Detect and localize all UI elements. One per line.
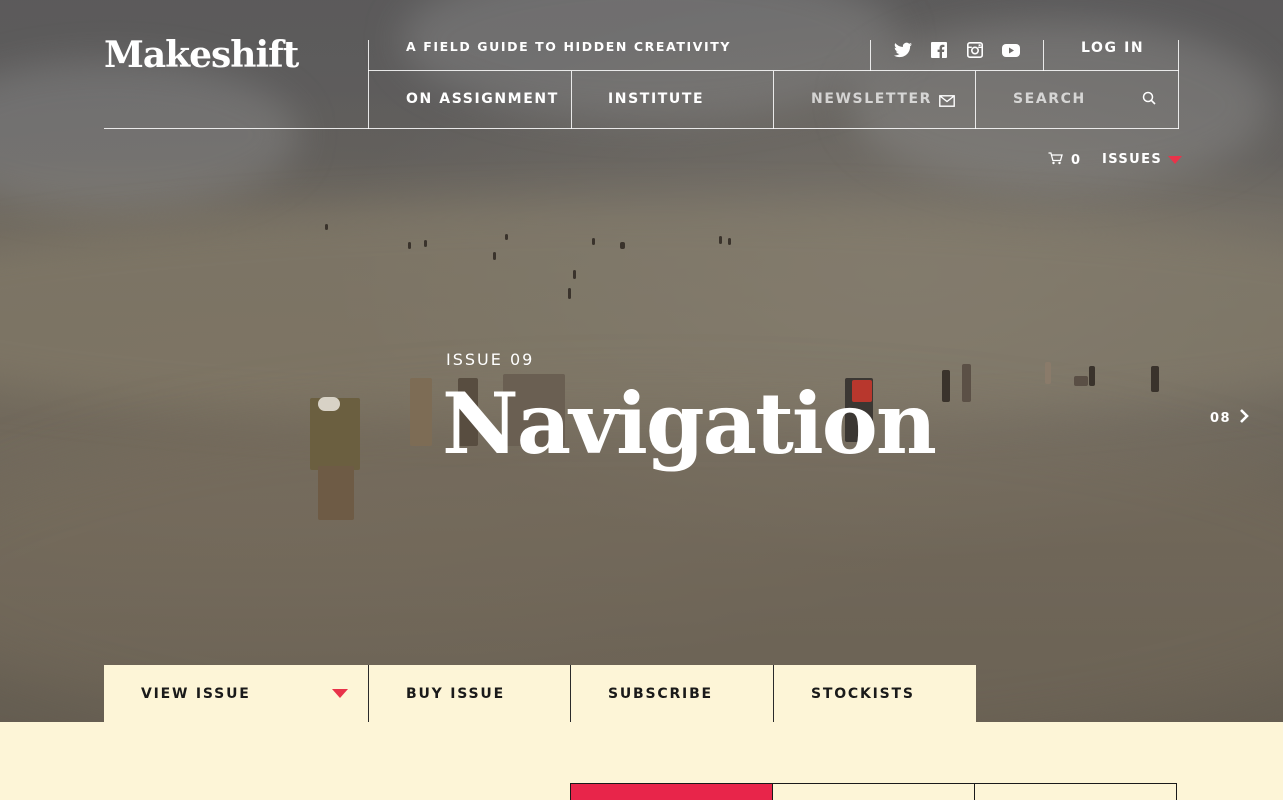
- buy-issue-button[interactable]: BUY ISSUE: [369, 665, 571, 722]
- caret-down-icon: [332, 689, 348, 698]
- cart-button[interactable]: 0: [1048, 152, 1080, 169]
- issue-number: ISSUE 09: [446, 350, 535, 369]
- view-issue-label: VIEW ISSUE: [141, 685, 251, 702]
- newsletter-link[interactable]: NEWSLETTER: [811, 91, 932, 107]
- previous-issue-link[interactable]: 08: [1210, 408, 1249, 428]
- nav-divider: [975, 71, 976, 129]
- content-tab[interactable]: [772, 783, 975, 800]
- chevron-right-icon: [1239, 408, 1249, 428]
- issue-title: Navigation: [442, 374, 937, 473]
- nav-right-border: [1178, 40, 1179, 129]
- search-icon[interactable]: [1142, 90, 1156, 109]
- cart-icon: [1048, 152, 1063, 169]
- login-left-border: [1043, 40, 1044, 71]
- issue-action-bar: VIEW ISSUE BUY ISSUE SUBSCRIBE STOCKISTS: [104, 665, 976, 722]
- site-tagline: A FIELD GUIDE TO HIDDEN CREATIVITY: [406, 39, 732, 54]
- youtube-icon[interactable]: [1002, 43, 1020, 62]
- site-logo[interactable]: Makeshift: [104, 34, 299, 76]
- hero-background: [0, 0, 1283, 722]
- nav-divider: [571, 71, 572, 129]
- search-input[interactable]: SEARCH: [1013, 91, 1086, 107]
- subscribe-button[interactable]: SUBSCRIBE: [571, 665, 774, 722]
- social-left-border: [870, 40, 871, 71]
- content-tab[interactable]: [974, 783, 1177, 800]
- issues-label: ISSUES: [1102, 152, 1163, 167]
- issues-dropdown[interactable]: ISSUES: [1102, 152, 1183, 167]
- facebook-icon[interactable]: [931, 42, 947, 62]
- nav-left-border: [368, 40, 369, 129]
- twitter-icon[interactable]: [894, 42, 912, 62]
- caret-down-icon: [1168, 155, 1183, 164]
- content-tabs: [570, 783, 1177, 800]
- previous-issue-number: 08: [1210, 410, 1232, 426]
- envelope-icon[interactable]: [939, 92, 955, 111]
- content-tab-active[interactable]: [570, 783, 773, 800]
- stockists-button[interactable]: STOCKISTS: [774, 665, 976, 722]
- view-issue-button[interactable]: VIEW ISSUE: [104, 665, 369, 722]
- cart-count: 0: [1071, 153, 1081, 168]
- instagram-icon[interactable]: [967, 42, 983, 62]
- header-divider: [104, 128, 1179, 129]
- nav-institute[interactable]: INSTITUTE: [608, 91, 704, 107]
- login-link[interactable]: LOG IN: [1081, 40, 1144, 56]
- nav-divider: [773, 71, 774, 129]
- nav-on-assignment[interactable]: ON ASSIGNMENT: [406, 91, 559, 107]
